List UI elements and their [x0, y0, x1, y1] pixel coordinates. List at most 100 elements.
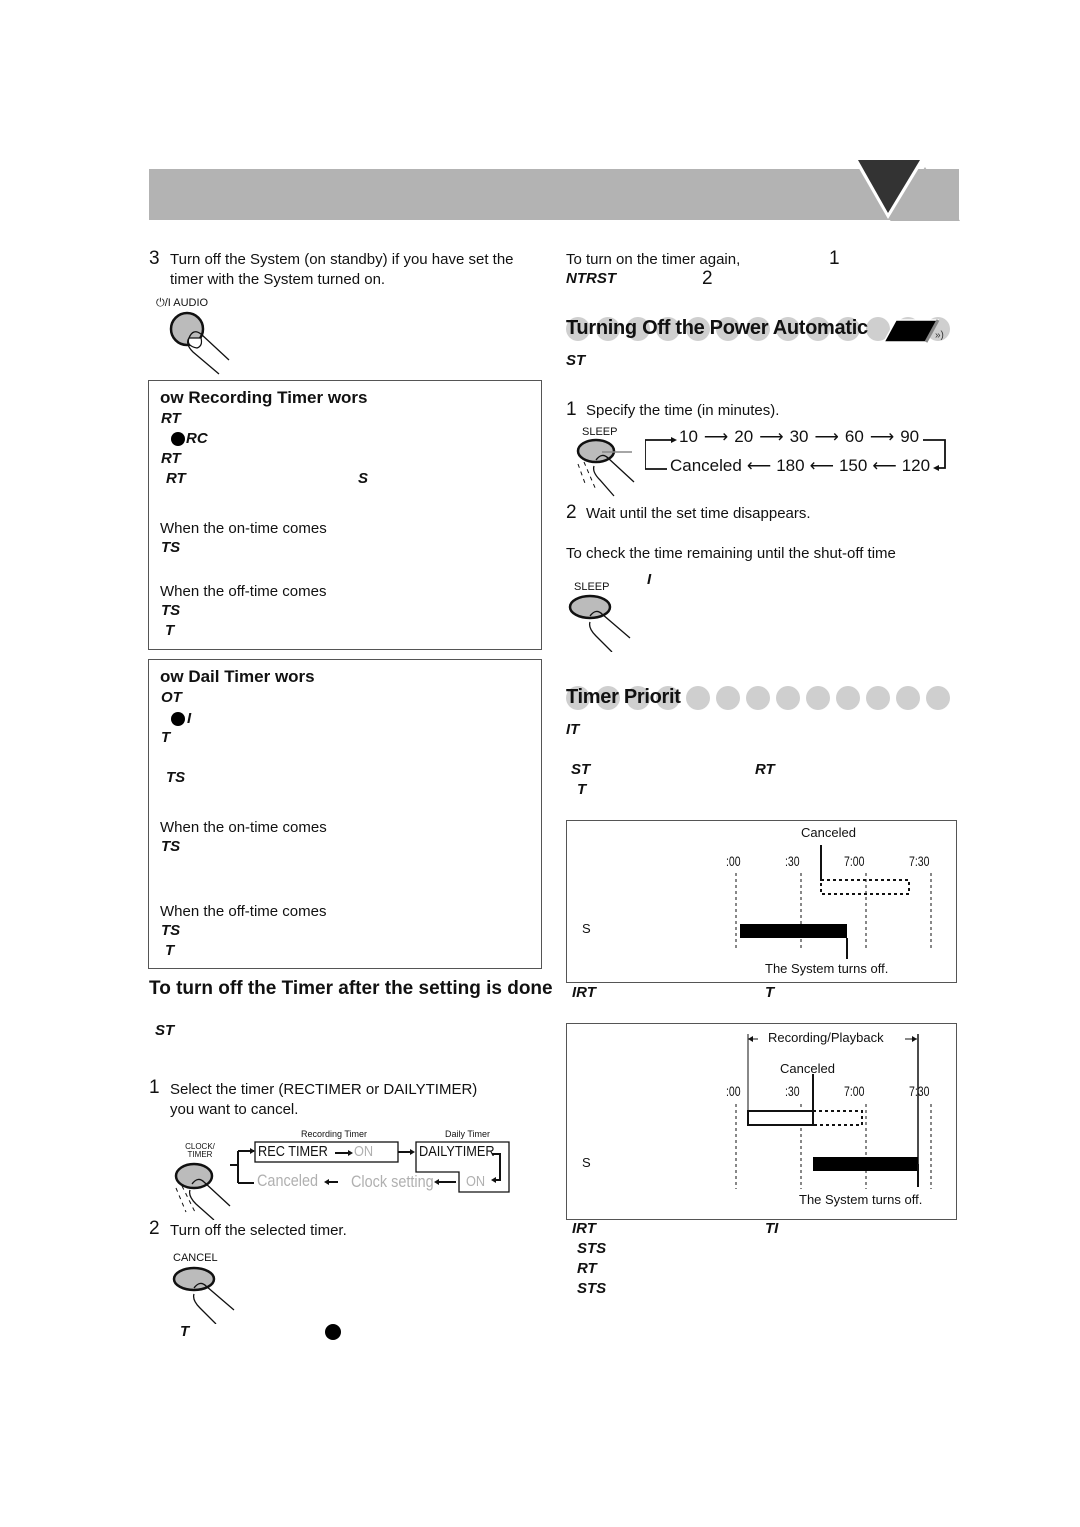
- subline: RT: [755, 761, 775, 778]
- sleep-value: 20: [734, 427, 754, 446]
- daily-caption: Daily Timer: [445, 1129, 491, 1139]
- span-label: Recording/Playback: [768, 1030, 884, 1045]
- tick-label: :30: [785, 853, 800, 869]
- box-line: RT: [161, 410, 181, 427]
- clock-setting-display: Clock setting: [351, 1172, 434, 1191]
- box-title: ow Dail Timer wors: [160, 667, 315, 686]
- on-display: ON: [466, 1173, 486, 1190]
- sleep-value: Canceled: [670, 456, 742, 475]
- turn-on-again-text: To turn on the timer again,: [566, 251, 741, 268]
- on-display: ON: [354, 1143, 374, 1160]
- box-line: T: [165, 622, 175, 639]
- subline: T: [577, 781, 587, 798]
- page-corner-triangle-icon: [853, 158, 960, 221]
- tick-label: 7:00: [844, 853, 865, 869]
- clock-timer-button-label: CLOCK/ TIMER: [185, 1142, 215, 1159]
- ref-number: 1: [829, 248, 840, 269]
- ref-number: 2: [702, 268, 713, 289]
- audio-button-label: ⏻/I AUDIO: [156, 297, 209, 309]
- subline: T: [765, 984, 775, 1001]
- box-line: RT: [166, 470, 186, 487]
- step-text: Turn off the System (on standby) if you …: [170, 251, 514, 268]
- sleep-value: 30: [789, 427, 809, 446]
- subline: ST: [155, 1022, 175, 1039]
- turns-off-label: The System turns off.: [765, 961, 889, 976]
- arrow-left-icon: ⟵: [746, 456, 772, 475]
- tick-label: 7:30: [909, 1083, 930, 1099]
- remote-control-icon: »): [882, 319, 944, 343]
- row-label: S: [582, 1155, 591, 1170]
- clock-icon: [325, 1324, 341, 1340]
- svg-text:»): »): [935, 330, 944, 341]
- audio-power-button-icon[interactable]: [165, 310, 235, 375]
- timer-priority-title: Timer Priorit: [566, 686, 681, 708]
- box-line: RT: [161, 450, 181, 467]
- subline: RT: [577, 1260, 597, 1277]
- off-time-label: When the off-time comes: [160, 903, 327, 920]
- tick-label: 7:00: [844, 1083, 865, 1099]
- subline: ST: [571, 761, 591, 778]
- box-line: TS: [161, 602, 181, 619]
- step-number: 1: [566, 399, 577, 420]
- step-text: you want to cancel.: [170, 1101, 299, 1118]
- header-bar: [149, 169, 959, 220]
- rec-caption: Recording Timer: [301, 1129, 368, 1139]
- subline: ST: [566, 352, 586, 369]
- footer-line: T: [180, 1323, 190, 1340]
- box-line: TS: [166, 769, 186, 786]
- subline: IRT: [572, 1220, 596, 1237]
- step-number: 2: [566, 502, 577, 523]
- priority-diagram-1: Canceled :00 :30 7:00 7:30 S The System …: [566, 820, 957, 983]
- subline: TI: [765, 1220, 779, 1237]
- subline: STS: [577, 1240, 607, 1257]
- box-line: RC: [186, 430, 208, 447]
- step-number: 2: [149, 1218, 160, 1239]
- sleep-value: 60: [844, 427, 864, 446]
- arrow-right-icon: ⟶: [703, 427, 729, 446]
- step-text: Select the timer (RECTIMER or DAILYTIMER…: [170, 1081, 478, 1098]
- box-line: T: [161, 729, 171, 746]
- subline: I: [647, 571, 652, 588]
- timeline-graphic: [735, 1034, 932, 1189]
- on-time-label: When the on-time comes: [160, 520, 327, 537]
- sleep-sequence-bottom: Canceled ⟵ 180 ⟵ 150 ⟵ 120: [670, 456, 930, 476]
- sleep-value: 10: [679, 427, 698, 446]
- sleep-value: 180: [776, 456, 805, 475]
- box-line: TS: [161, 922, 181, 939]
- step-text: Turn off the selected timer.: [170, 1222, 347, 1239]
- arrow-right-icon: ⟶: [759, 427, 784, 446]
- step-text: timer with the System turned on.: [170, 271, 386, 288]
- check-time-text: To check the time remaining until the sh…: [566, 545, 896, 562]
- row-label: S: [582, 921, 591, 936]
- sleep-value: 90: [900, 427, 920, 446]
- recording-timer-box: ow Recording Timer wors RT RC RT RT S Wh…: [148, 380, 542, 650]
- clock-icon: [171, 432, 185, 446]
- subline: IRT: [572, 984, 596, 1001]
- sleep-button-icon[interactable]: [576, 436, 646, 498]
- tick-label: :00: [726, 853, 741, 869]
- clock-icon: [171, 712, 185, 726]
- on-time-label: When the on-time comes: [160, 819, 327, 836]
- tick-label: :30: [785, 1083, 800, 1099]
- timeline-graphic: [735, 845, 932, 959]
- turn-off-timer-heading: To turn off the Timer after the setting …: [149, 978, 553, 999]
- step-number: 1: [149, 1077, 160, 1098]
- box-title: ow Recording Timer wors: [160, 388, 368, 407]
- box-line: TS: [161, 838, 181, 855]
- daily-timer-box: ow Dail Timer wors OT I T TS When the on…: [148, 659, 542, 969]
- box-line: T: [165, 942, 175, 959]
- step-text: Wait until the set time disappears.: [586, 505, 811, 522]
- tick-label: 7:30: [909, 853, 930, 869]
- sleep-sequence-top: 10 ⟶ 20 ⟶ 30 ⟶ 60 ⟶ 90: [679, 427, 919, 447]
- arrow-left-icon: ⟵: [872, 456, 897, 475]
- cancel-button-label: CANCEL: [173, 1252, 218, 1264]
- sleep-button-icon[interactable]: [568, 592, 638, 652]
- rec-timer-display: REC TIMER: [258, 1143, 328, 1160]
- priority-diagram-2: Recording/Playback Canceled :00 :30 7:00…: [566, 1023, 957, 1220]
- cancel-button-icon[interactable]: [172, 1264, 242, 1324]
- arrow-right-icon: ⟶: [869, 427, 895, 446]
- turns-off-label: The System turns off.: [799, 1192, 923, 1207]
- step-number: 3: [149, 248, 160, 269]
- canceled-label: Canceled: [780, 1061, 835, 1076]
- sleep-section-title: Turning Off the Power Automatic: [566, 317, 868, 339]
